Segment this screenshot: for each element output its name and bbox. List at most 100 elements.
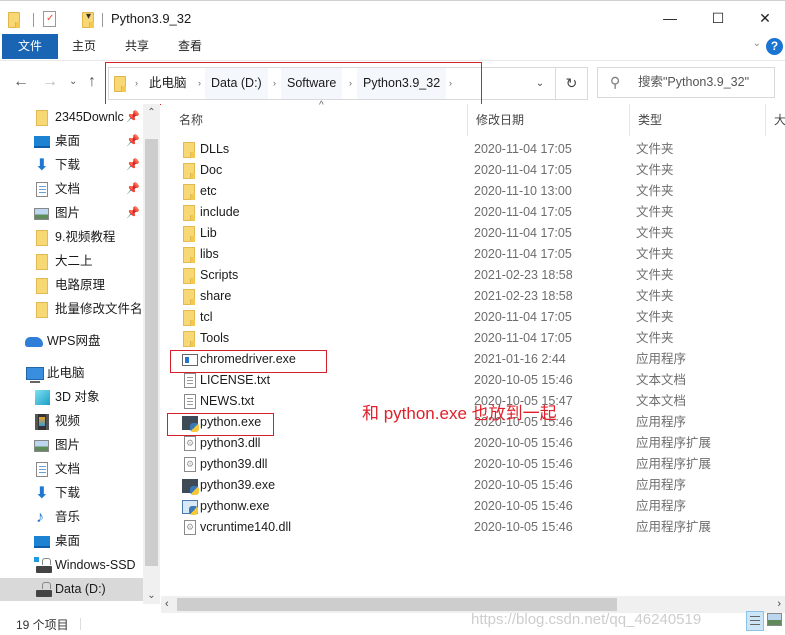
file-type: 应用程序扩展 [636, 457, 712, 471]
properties-icon[interactable] [43, 11, 56, 27]
crumb-separator[interactable]: › [198, 68, 201, 99]
expand-ribbon-icon[interactable]: ⌄ [753, 38, 761, 49]
pin-icon[interactable]: 📌 [126, 154, 140, 177]
file-row[interactable]: Lib 2020-11-04 17:05 文件夹 [161, 223, 785, 244]
pin-icon[interactable]: 📌 [126, 178, 140, 201]
sidebar-item-this-pc[interactable]: 此电脑 [0, 362, 143, 385]
computer-icon [26, 367, 44, 383]
minimize-button[interactable]: — [647, 1, 693, 35]
sidebar-item-batch-rename[interactable]: 批量修改文件名 [0, 298, 143, 321]
sidebar-item-sophomore[interactable]: 大二上 [0, 250, 143, 273]
sidebar-item-windows-ssd[interactable]: Windows-SSD [0, 554, 143, 577]
sidebar-item-wps-cloud[interactable]: WPS网盘 [0, 330, 143, 353]
tab-share[interactable]: 共享 [115, 34, 159, 59]
pin-icon[interactable]: 📌 [126, 130, 140, 153]
crumb-separator[interactable]: › [273, 68, 276, 99]
sidebar-item-documents[interactable]: 文档 📌 [0, 178, 143, 201]
up-button[interactable]: ↑ [88, 73, 96, 91]
crumb-separator[interactable]: › [349, 68, 352, 99]
breadcrumb-python[interactable]: Python3.9_32 [357, 68, 447, 99]
column-header-size[interactable]: 大小 [766, 104, 785, 136]
crumb-separator[interactable]: › [135, 68, 138, 99]
file-row[interactable]: include 2020-11-04 17:05 文件夹 [161, 202, 785, 223]
file-row[interactable]: libs 2020-11-04 17:05 文件夹 [161, 244, 785, 265]
forward-button[interactable]: → [42, 73, 58, 91]
sidebar-item-2345downloads[interactable]: 2345Downlc 📌 [0, 106, 143, 129]
file-date: 2020-11-10 13:00 [474, 184, 572, 198]
sidebar-item-pictures[interactable]: 图片 📌 [0, 202, 143, 225]
toolbar-divider [102, 13, 103, 27]
pin-icon[interactable]: 📌 [126, 106, 140, 129]
file-row[interactable]: Doc 2020-11-04 17:05 文件夹 [161, 160, 785, 181]
sidebar-item-downloads[interactable]: ⬇ 下载 📌 [0, 154, 143, 177]
scroll-down-button[interactable]: ⌄ [143, 590, 160, 601]
sidebar-item-label: 电路原理 [55, 278, 106, 292]
file-row[interactable]: DLLs 2020-11-04 17:05 文件夹 [161, 139, 785, 160]
sidebar-item-desktop[interactable]: 桌面 📌 [0, 130, 143, 153]
sidebar-item-video-tutorials[interactable]: 9.视频教程 [0, 226, 143, 249]
breadcrumb-data-drive[interactable]: Data (D:) [205, 68, 268, 99]
file-row[interactable]: python39.exe 2020-10-05 15:46 应用程序 [161, 475, 785, 496]
customize-toolbar-dropdown[interactable]: ▾ [86, 11, 91, 22]
column-header-name[interactable]: 名称 [171, 104, 468, 136]
sidebar-item-data-drive[interactable]: Data (D:) [0, 578, 143, 601]
sidebar-item-label: 图片 [55, 438, 81, 452]
breadcrumb-software[interactable]: Software [281, 68, 343, 99]
back-button[interactable]: ← [13, 73, 29, 91]
file-row[interactable]: python3.dll 2020-10-05 15:46 应用程序扩展 [161, 433, 785, 454]
tab-home[interactable]: 主页 [62, 34, 106, 59]
sidebar-scrollbar[interactable]: ⌃ ⌄ [143, 104, 160, 604]
dll-file-icon [184, 436, 196, 451]
address-dropdown-button[interactable]: ⌄ [527, 68, 553, 99]
scroll-left-button[interactable]: ‹ [165, 596, 169, 613]
search-box[interactable]: ⚲ 搜索"Python3.9_32" [597, 67, 775, 98]
sidebar-item-pictures-pc[interactable]: 图片 [0, 434, 143, 457]
help-icon[interactable]: ? [766, 38, 783, 55]
refresh-button[interactable]: ↻ [555, 68, 587, 99]
folder-icon [183, 289, 195, 305]
file-row[interactable]: chromedriver.exe 2021-01-16 2:44 应用程序 [161, 349, 785, 370]
address-bar[interactable]: › 此电脑 › Data (D:) › Software › Python3.9… [108, 67, 588, 100]
file-row[interactable]: LICENSE.txt 2020-10-05 15:46 文本文档 [161, 370, 785, 391]
sidebar-item-desktop-pc[interactable]: 桌面 [0, 530, 143, 553]
sidebar-item-circuit-theory[interactable]: 电路原理 [0, 274, 143, 297]
file-date: 2020-10-05 15:46 [474, 499, 573, 513]
scroll-right-button[interactable]: › [777, 596, 781, 613]
search-input[interactable]: 搜索"Python3.9_32" [638, 68, 749, 97]
recent-locations-button[interactable]: ⌄ [69, 76, 77, 87]
file-type: 文件夹 [636, 289, 674, 303]
folder-icon [183, 310, 195, 326]
scrollbar-thumb[interactable] [145, 139, 158, 566]
file-row[interactable]: Tools 2020-11-04 17:05 文件夹 [161, 328, 785, 349]
breadcrumb-this-pc[interactable]: 此电脑 [143, 68, 193, 99]
sidebar-item-videos[interactable]: 视频 [0, 410, 143, 433]
sidebar-item-3d-objects[interactable]: 3D 对象 [0, 386, 143, 409]
tab-view[interactable]: 查看 [168, 34, 212, 59]
file-date: 2020-11-04 17:05 [474, 205, 572, 219]
file-row[interactable]: pythonw.exe 2020-10-05 15:46 应用程序 [161, 496, 785, 517]
file-row[interactable]: etc 2020-11-10 13:00 文件夹 [161, 181, 785, 202]
folder-icon[interactable] [8, 12, 20, 28]
column-header-date[interactable]: 修改日期 [468, 104, 630, 136]
file-row[interactable]: share 2021-02-23 18:58 文件夹 [161, 286, 785, 307]
file-row[interactable]: python39.dll 2020-10-05 15:46 应用程序扩展 [161, 454, 785, 475]
file-row[interactable]: Scripts 2021-02-23 18:58 文件夹 [161, 265, 785, 286]
sidebar-item-documents-pc[interactable]: 文档 [0, 458, 143, 481]
maximize-button[interactable]: ☐ [695, 1, 741, 35]
scrollbar-thumb[interactable] [177, 598, 617, 611]
pin-icon[interactable]: 📌 [126, 202, 140, 225]
crumb-separator[interactable]: › [449, 68, 452, 99]
file-row[interactable]: tcl 2020-11-04 17:05 文件夹 [161, 307, 785, 328]
column-header-type[interactable]: 类型 [630, 104, 766, 136]
folder-icon [36, 110, 48, 126]
tab-file[interactable]: 文件 [2, 34, 58, 59]
sidebar-item-downloads-pc[interactable]: ⬇ 下载 [0, 482, 143, 505]
file-name: python3.dll [200, 436, 261, 450]
scroll-up-button[interactable]: ⌃ [143, 107, 160, 118]
details-view-icon[interactable] [746, 611, 764, 631]
folder-icon [183, 184, 195, 200]
file-row[interactable]: vcruntime140.dll 2020-10-05 15:46 应用程序扩展 [161, 517, 785, 538]
sidebar-item-music[interactable]: ♪ 音乐 [0, 506, 143, 529]
large-icons-view-icon[interactable] [767, 613, 782, 626]
close-button[interactable]: ✕ [742, 1, 785, 35]
